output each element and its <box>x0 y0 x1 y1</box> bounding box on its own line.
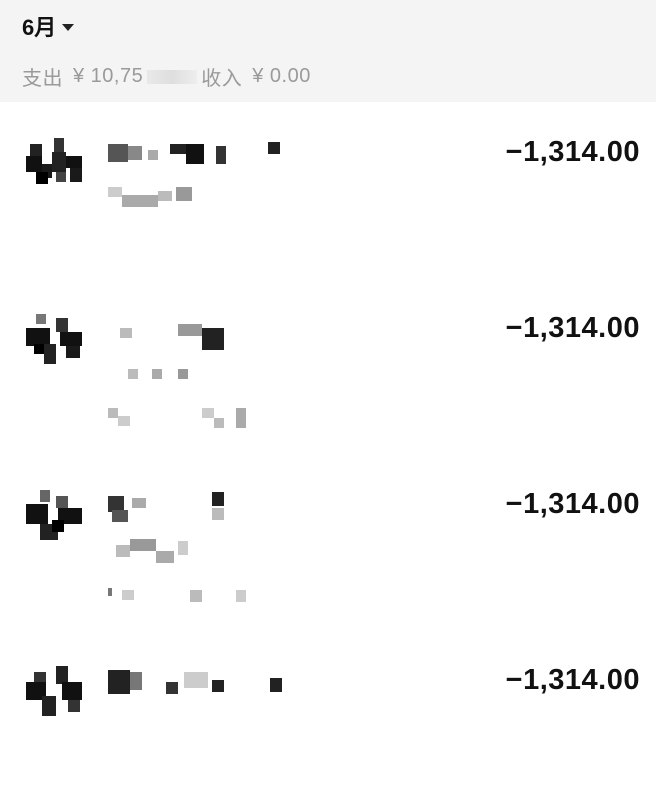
blurred-subtitle <box>108 539 268 563</box>
merchant-avatar-icon <box>26 490 86 542</box>
income-label: 收入 <box>201 68 243 90</box>
blurred-merchant-name <box>108 492 288 522</box>
blurred-subtitle <box>108 363 268 383</box>
chevron-down-icon <box>62 23 75 31</box>
transaction-amount: −1,314.00 <box>505 488 640 520</box>
month-label: 6月 <box>22 15 57 40</box>
blurred-detail <box>108 406 268 428</box>
blurred-detail <box>108 582 268 602</box>
month-summary-header: 6月 支出 ¥ 10,75 收入 ¥ 0.00 <box>0 0 656 102</box>
merchant-avatar-icon <box>26 666 86 718</box>
month-selector[interactable]: 6月 <box>22 10 75 42</box>
transaction-row[interactable]: −1,314.00 <box>0 454 656 630</box>
expense-amount: ¥ 10,75 <box>73 65 144 87</box>
income-amount: ¥ 0.00 <box>252 65 311 87</box>
transaction-amount: −1,314.00 <box>505 664 640 696</box>
merchant-avatar-icon <box>26 138 86 190</box>
blurred-merchant-name <box>108 140 288 166</box>
merchant-avatar-icon <box>26 314 86 366</box>
transaction-row[interactable]: −1,314.00 <box>0 278 656 454</box>
transaction-row[interactable]: −1,314.00 <box>0 630 656 806</box>
blurred-subtitle <box>108 187 268 207</box>
transaction-list: −1,314.00 −1,314.00 −1,314.00 −1,314.00 <box>0 102 656 720</box>
transaction-amount: −1,314.00 <box>505 136 640 168</box>
expense-label: 支出 <box>22 68 63 90</box>
blurred-merchant-name <box>108 668 288 694</box>
summary-line: 支出 ¥ 10,75 收入 ¥ 0.00 <box>22 62 311 91</box>
blurred-merchant-name <box>108 316 288 350</box>
transaction-amount: −1,314.00 <box>505 312 640 344</box>
blurred-text <box>147 69 198 84</box>
transaction-row[interactable]: −1,314.00 <box>0 102 656 278</box>
